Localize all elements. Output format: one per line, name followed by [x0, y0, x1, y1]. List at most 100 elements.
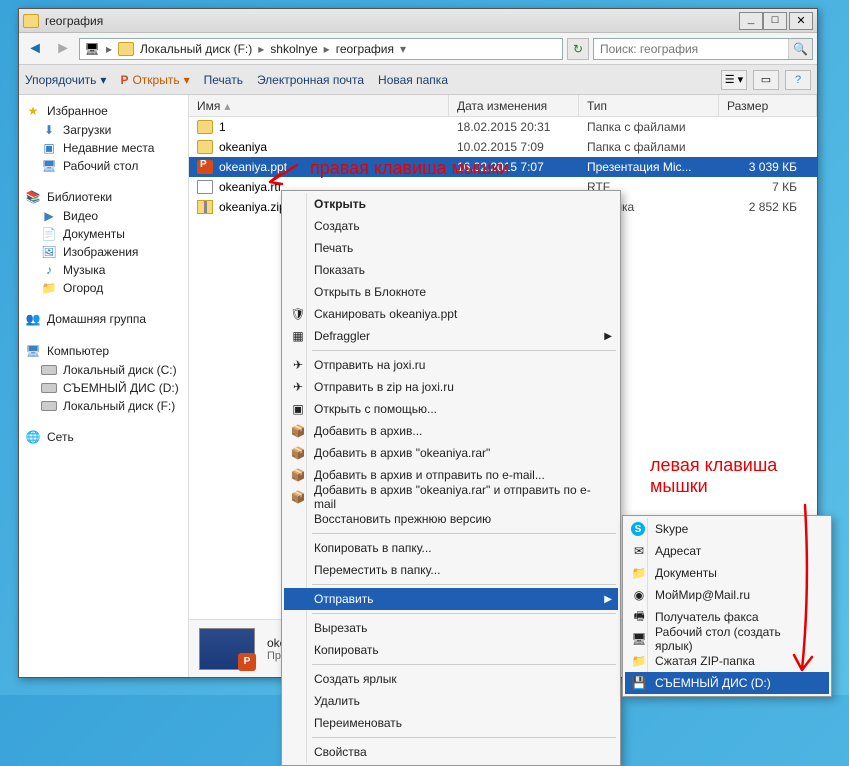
- sidebar-item-drive-d[interactable]: СЪЕМНЫЙ ДИС (D:): [23, 379, 184, 397]
- breadcrumb[interactable]: 🖥 ▸ Локальный диск (F:) ▸ shkolnye ▸ гео…: [79, 38, 563, 60]
- menu-label: Skype: [655, 522, 688, 536]
- search-icon[interactable]: 🔍: [788, 39, 812, 59]
- menu-label: Показать: [314, 263, 365, 277]
- sidebar-item-documents[interactable]: 📄Документы: [23, 225, 184, 243]
- sendto-item[interactable]: ✉Адресат: [625, 540, 829, 562]
- sidebar-item-video[interactable]: ▶Видео: [23, 207, 184, 225]
- sendto-item[interactable]: 📁Документы: [625, 562, 829, 584]
- menu-label: Копировать: [314, 643, 379, 657]
- search-input[interactable]: [594, 42, 788, 56]
- sendto-item[interactable]: 💾СЪЕМНЫЙ ДИС (D:): [625, 672, 829, 694]
- menu-icon: 📦: [290, 489, 306, 505]
- search-box[interactable]: 🔍: [593, 38, 813, 60]
- menu-item[interactable]: 🛡Сканировать okeaniya.ppt: [284, 303, 618, 325]
- menu-item[interactable]: ▦Defraggler▶: [284, 325, 618, 347]
- file-date: 18.02.2015 20:31: [449, 120, 579, 134]
- email-button[interactable]: Электронная почта: [257, 73, 364, 87]
- col-name[interactable]: Имя ▴: [189, 95, 449, 116]
- menu-label: Сжатая ZIP-папка: [655, 654, 755, 668]
- open-button[interactable]: P Открыть ▾: [120, 73, 189, 87]
- menu-item[interactable]: ▣Открыть с помощью...: [284, 398, 618, 420]
- menu-item[interactable]: Удалить: [284, 690, 618, 712]
- maximize-button[interactable]: □: [763, 12, 787, 30]
- sidebar-item-recent[interactable]: ▣Недавние места: [23, 139, 184, 157]
- sendto-item[interactable]: 📁Сжатая ZIP-папка: [625, 650, 829, 672]
- col-type[interactable]: Тип: [579, 95, 719, 116]
- menu-item[interactable]: Открыть: [284, 193, 618, 215]
- menu-item[interactable]: Переместить в папку...: [284, 559, 618, 581]
- menu-label: Отправить на joxi.ru: [314, 358, 425, 372]
- sidebar-item-pictures[interactable]: 🖼Изображения: [23, 243, 184, 261]
- menu-item[interactable]: Вырезать: [284, 617, 618, 639]
- forward-button[interactable]: ►: [51, 37, 75, 61]
- minimize-button[interactable]: _: [739, 12, 763, 30]
- col-date[interactable]: Дата изменения: [449, 95, 579, 116]
- menu-item[interactable]: 📦Добавить в архив "okeaniya.rar": [284, 442, 618, 464]
- file-thumbnail: P: [199, 628, 255, 670]
- menu-item[interactable]: 📦Добавить в архив...: [284, 420, 618, 442]
- crumb-part[interactable]: география: [336, 42, 394, 56]
- menu-item[interactable]: Свойства: [284, 741, 618, 763]
- sidebar-item-downloads[interactable]: ⬇Загрузки: [23, 121, 184, 139]
- file-row[interactable]: okeaniya10.02.2015 7:09Папка с файлами: [189, 137, 817, 157]
- menu-item[interactable]: 📦Добавить в архив "okeaniya.rar" и отпра…: [284, 486, 618, 508]
- sidebar-item-music[interactable]: ♪Музыка: [23, 261, 184, 279]
- menu-item[interactable]: Создать ярлык: [284, 668, 618, 690]
- file-type: Папка с файлами: [579, 140, 719, 154]
- preview-button[interactable]: ▭: [753, 70, 779, 90]
- newfolder-button[interactable]: Новая папка: [378, 73, 448, 87]
- menu-icon: 💾: [631, 675, 647, 691]
- file-icon: [197, 160, 213, 174]
- menu-item[interactable]: ✈Отправить на joxi.ru: [284, 354, 618, 376]
- submenu-arrow-icon: ▶: [604, 594, 612, 605]
- menu-label: Добавить в архив и отправить по e-mail..…: [314, 468, 545, 482]
- network-header[interactable]: 🌐Сеть: [23, 427, 184, 447]
- menu-item[interactable]: Печать: [284, 237, 618, 259]
- sendto-item[interactable]: SSkype: [625, 518, 829, 540]
- menu-item[interactable]: Переименовать: [284, 712, 618, 734]
- sidebar-item-desktop[interactable]: 🖥Рабочий стол: [23, 157, 184, 175]
- sendto-item[interactable]: 🖥Рабочий стол (создать ярлык): [625, 628, 829, 650]
- homegroup-header[interactable]: 👥Домашняя группа: [23, 309, 184, 329]
- file-row[interactable]: 118.02.2015 20:31Папка с файлами: [189, 117, 817, 137]
- folder-icon: [23, 14, 39, 28]
- menu-icon: 📦: [290, 423, 306, 439]
- menu-item[interactable]: Отправить ▶: [284, 588, 618, 610]
- computer-header[interactable]: 🖥Компьютер: [23, 341, 184, 361]
- sidebar-item-drive-f[interactable]: Локальный диск (F:): [23, 397, 184, 415]
- file-name: okeaniya.zip: [219, 200, 286, 214]
- print-button[interactable]: Печать: [204, 73, 243, 87]
- menu-item[interactable]: Открыть в Блокноте: [284, 281, 618, 303]
- sendto-submenu[interactable]: SSkype✉Адресат📁Документы◉МойМир@Mail.ru🖷…: [622, 515, 832, 697]
- menu-label: Отправить: [314, 592, 374, 606]
- context-menu[interactable]: Открыть СоздатьПечать Показать Открыть в Бл…: [281, 190, 621, 766]
- titlebar[interactable]: география _ □ ✕: [19, 9, 817, 33]
- close-button[interactable]: ✕: [789, 12, 813, 30]
- menu-icon: 📦: [290, 467, 306, 483]
- file-type: Папка с файлами: [579, 120, 719, 134]
- menu-label: Открыть: [314, 197, 366, 211]
- crumb-part[interactable]: Локальный диск (F:): [140, 42, 252, 56]
- libraries-header[interactable]: 📚Библиотеки: [23, 187, 184, 207]
- col-size[interactable]: Размер: [719, 95, 817, 116]
- back-button[interactable]: ◄: [23, 37, 47, 61]
- menu-item[interactable]: ✈Отправить в zip на joxi.ru: [284, 376, 618, 398]
- menu-item[interactable]: Восстановить прежнюю версию: [284, 508, 618, 530]
- file-row[interactable]: okeaniya.ppt16.02.2015 7:07Презентация M…: [189, 157, 817, 177]
- help-button[interactable]: ?: [785, 70, 811, 90]
- menu-label: Переместить в папку...: [314, 563, 440, 577]
- organize-button[interactable]: Упорядочить ▾: [25, 73, 106, 87]
- crumb-part[interactable]: shkolnye: [270, 42, 317, 56]
- sidebar-item-garden[interactable]: 📁Огород: [23, 279, 184, 297]
- favorites-header[interactable]: ★Избранное: [23, 101, 184, 121]
- sidebar-item-drive-c[interactable]: Локальный диск (C:): [23, 361, 184, 379]
- refresh-button[interactable]: ↻: [567, 38, 589, 60]
- sendto-item[interactable]: ◉МойМир@Mail.ru: [625, 584, 829, 606]
- menu-item[interactable]: Показать: [284, 259, 618, 281]
- view-button[interactable]: ☰ ▾: [721, 70, 747, 90]
- menu-item[interactable]: Копировать: [284, 639, 618, 661]
- file-size: 7 КБ: [719, 180, 817, 194]
- menu-item[interactable]: Копировать в папку...: [284, 537, 618, 559]
- menu-label: Открыть с помощью...: [314, 402, 437, 416]
- menu-item[interactable]: Создать: [284, 215, 618, 237]
